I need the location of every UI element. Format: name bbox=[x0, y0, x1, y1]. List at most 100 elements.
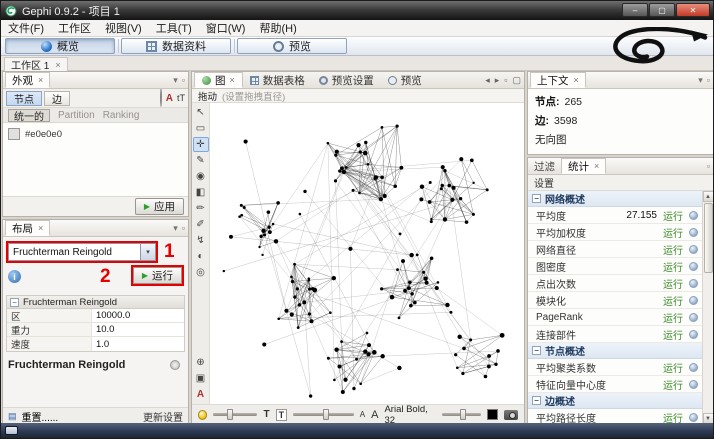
info-sphere-icon[interactable] bbox=[689, 295, 698, 305]
tab-preview-settings[interactable]: 预览设置 bbox=[312, 72, 381, 88]
statistics-tab[interactable]: 统计 × bbox=[561, 158, 607, 174]
panel-maximize-icon[interactable]: ▢ bbox=[512, 75, 521, 86]
reset-button[interactable]: 更新设置 bbox=[143, 409, 183, 424]
presets-button[interactable]: 重置...... bbox=[22, 409, 59, 424]
nodes-toggle[interactable]: 节点 bbox=[6, 90, 42, 106]
color-palette-icon[interactable] bbox=[159, 88, 162, 107]
info-sphere-icon[interactable] bbox=[689, 412, 698, 422]
panel-float-icon[interactable]: ▫ bbox=[504, 75, 507, 86]
info-sphere-icon[interactable] bbox=[689, 312, 698, 322]
drag-tool[interactable]: ✛ bbox=[192, 137, 209, 152]
center-graph-icon[interactable]: ▣ bbox=[193, 371, 209, 386]
filters-tab[interactable]: 过滤 bbox=[528, 158, 561, 174]
heatmap-tool[interactable]: ◐ bbox=[193, 249, 209, 264]
property-value[interactable]: 10.0 bbox=[92, 323, 184, 336]
edges-toggle[interactable]: 边 bbox=[44, 90, 70, 106]
appearance-tab[interactable]: 外观 × bbox=[5, 72, 51, 88]
label-size-icon[interactable]: tT bbox=[177, 93, 185, 103]
direct-selection-tool[interactable]: ↖ bbox=[193, 105, 209, 120]
graph-canvas[interactable] bbox=[210, 103, 524, 404]
menu-view[interactable]: 视图(V) bbox=[98, 20, 149, 36]
run-button[interactable]: 运行 bbox=[663, 410, 683, 425]
statistics-close-icon[interactable]: × bbox=[594, 161, 599, 171]
panel-float-icon[interactable]: ▫ bbox=[707, 161, 710, 171]
shortest-path-tool[interactable]: ↯ bbox=[193, 233, 209, 248]
context-close-icon[interactable]: × bbox=[574, 75, 579, 85]
info-sphere-icon[interactable] bbox=[689, 261, 698, 271]
run-button[interactable]: 运行 bbox=[663, 377, 683, 392]
sizer-tool[interactable]: ◉ bbox=[193, 169, 209, 184]
statistics-scrollbar[interactable]: ▲ ▼ bbox=[702, 191, 713, 424]
info-sphere-icon[interactable] bbox=[689, 329, 698, 339]
context-tab[interactable]: 上下文 × bbox=[530, 72, 586, 88]
panel-minimize-icon[interactable]: ▾ bbox=[173, 223, 178, 234]
edge-pencil-tool[interactable]: ✐ bbox=[193, 217, 209, 232]
run-button[interactable]: ▶ 运行 bbox=[132, 267, 182, 284]
section-node-overview[interactable]: − 节点概述 bbox=[528, 343, 702, 359]
run-button[interactable]: 运行 bbox=[663, 208, 683, 223]
tab-data-table[interactable]: 数据表格 bbox=[243, 72, 312, 88]
menu-tools[interactable]: 工具(T) bbox=[149, 20, 199, 36]
font-decrease-icon[interactable]: A bbox=[360, 410, 365, 419]
history-forward-icon[interactable]: ▸ bbox=[495, 75, 500, 86]
tab-overview[interactable]: 概览 bbox=[5, 38, 115, 54]
color-swatch[interactable] bbox=[8, 128, 20, 140]
layout-algorithm-select[interactable]: Fruchterman Reingold ▾ bbox=[8, 243, 156, 261]
maximize-button[interactable]: ▢ bbox=[649, 3, 675, 17]
tab-graph[interactable]: 图 × bbox=[194, 72, 243, 88]
zoom-icon[interactable]: ⊕ bbox=[193, 355, 209, 370]
run-button[interactable]: 运行 bbox=[663, 242, 683, 257]
info-sphere-icon[interactable] bbox=[689, 227, 698, 237]
run-button[interactable]: 运行 bbox=[663, 259, 683, 274]
panel-minimize-icon[interactable]: ▾ bbox=[173, 75, 178, 86]
info-sphere-icon[interactable] bbox=[689, 362, 698, 372]
property-value[interactable]: 1.0 bbox=[92, 337, 184, 351]
section-edge-overview[interactable]: − 边概述 bbox=[528, 393, 702, 409]
label-size-slider[interactable] bbox=[442, 409, 482, 420]
property-value[interactable]: 10000.0 bbox=[92, 309, 184, 322]
subtab-unique[interactable]: 统一的 bbox=[8, 108, 50, 123]
layout-tab[interactable]: 布局 × bbox=[5, 220, 51, 236]
menu-window[interactable]: 窗口(W) bbox=[199, 20, 253, 36]
panel-float-icon[interactable]: ▫ bbox=[182, 223, 185, 234]
panel-minimize-icon[interactable]: ▾ bbox=[698, 75, 703, 86]
tab-close-icon[interactable]: × bbox=[230, 75, 235, 85]
subtab-ranking[interactable]: Ranking bbox=[103, 110, 140, 121]
panel-float-icon[interactable]: ▫ bbox=[182, 75, 185, 86]
info-sphere-icon[interactable] bbox=[689, 379, 698, 389]
show-node-labels-icon[interactable]: T bbox=[263, 409, 269, 420]
label-color-swatch[interactable] bbox=[487, 409, 499, 420]
info-sphere-icon[interactable] bbox=[689, 244, 698, 254]
workspace-close-icon[interactable]: × bbox=[55, 60, 60, 70]
chevron-down-icon[interactable]: ▾ bbox=[140, 244, 155, 260]
run-button[interactable]: 运行 bbox=[663, 293, 683, 308]
menu-workspace[interactable]: 工作区 bbox=[51, 20, 98, 36]
collapse-icon[interactable]: − bbox=[532, 194, 541, 203]
appearance-close-icon[interactable]: × bbox=[38, 75, 43, 85]
rectangle-selection-tool[interactable]: ▭ bbox=[193, 121, 209, 136]
info-icon[interactable]: i bbox=[8, 270, 21, 283]
scroll-up-icon[interactable]: ▲ bbox=[702, 191, 713, 202]
background-lightbulb-icon[interactable] bbox=[198, 409, 208, 420]
tab-preview[interactable]: 预览 bbox=[237, 38, 347, 54]
properties-group-header[interactable]: − Fruchterman Reingold bbox=[7, 296, 184, 309]
run-button[interactable]: 运行 bbox=[663, 225, 683, 240]
apply-button[interactable]: ▶ 应用 bbox=[134, 198, 184, 215]
font-increase-icon[interactable]: A bbox=[371, 409, 378, 421]
minimize-button[interactable]: – bbox=[622, 3, 648, 17]
settings-button[interactable]: 设置 bbox=[534, 175, 554, 190]
painter-tool[interactable]: ✎ bbox=[193, 153, 209, 168]
tab-data-laboratory[interactable]: 数据资料 bbox=[121, 38, 231, 54]
panel-float-icon[interactable]: ▫ bbox=[707, 75, 710, 86]
run-button[interactable]: 运行 bbox=[663, 360, 683, 375]
menu-help[interactable]: 帮助(H) bbox=[252, 20, 303, 36]
collapse-icon[interactable]: − bbox=[10, 297, 19, 307]
edit-tool[interactable]: ◎ bbox=[193, 265, 209, 280]
layout-close-icon[interactable]: × bbox=[38, 223, 43, 233]
subtab-partition[interactable]: Partition bbox=[58, 110, 95, 121]
collapse-icon[interactable]: − bbox=[532, 396, 541, 405]
history-back-icon[interactable]: ◂ bbox=[485, 75, 490, 86]
attributes-icon[interactable]: A bbox=[193, 387, 209, 402]
scrollbar-thumb[interactable] bbox=[703, 203, 713, 273]
node-pencil-tool[interactable]: ✏ bbox=[193, 201, 209, 216]
